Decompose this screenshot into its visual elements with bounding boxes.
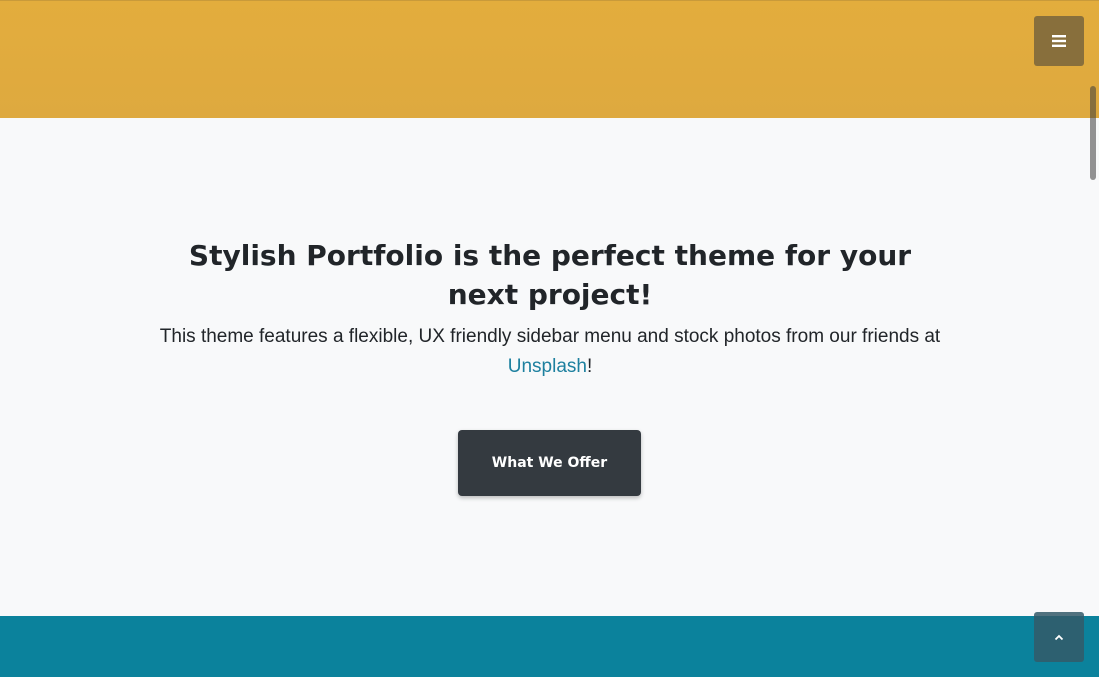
about-lead-end: ! xyxy=(586,356,593,377)
menu-toggle-button[interactable] xyxy=(1034,16,1084,66)
about-heading: Stylish Portfolio is the perfect theme f… xyxy=(188,239,912,311)
about-lead-text: This theme features a flexible, UX frien… xyxy=(159,326,941,347)
scrollbar-thumb[interactable] xyxy=(1090,86,1096,180)
what-we-offer-button[interactable]: What We Offer xyxy=(458,430,641,496)
unsplash-link[interactable]: Unsplash xyxy=(508,356,587,377)
page: Stylish Portfolio is the perfect theme f… xyxy=(0,0,1099,677)
services-section-strip xyxy=(0,616,1099,677)
hamburger-icon xyxy=(1052,35,1066,47)
scroll-to-top-button[interactable] xyxy=(1034,612,1084,662)
about-lead: This theme features a flexible, UX frien… xyxy=(150,322,950,382)
about-section: Stylish Portfolio is the perfect theme f… xyxy=(0,118,1099,616)
chevron-up-icon xyxy=(1054,628,1064,646)
hero-image-strip xyxy=(0,0,1099,118)
